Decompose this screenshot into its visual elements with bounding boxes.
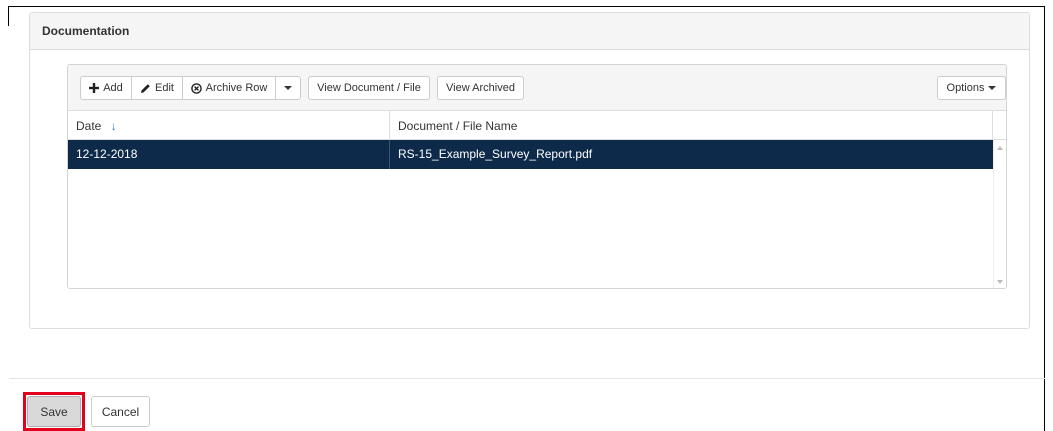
column-header-document-label: Document / File Name — [398, 119, 518, 133]
view-archived-button[interactable]: View Archived — [437, 76, 524, 100]
documents-grid: Add Edit Archive Row View Document / Fil… — [67, 64, 1007, 289]
cell-date: 12-12-2018 — [68, 140, 390, 169]
table-row[interactable]: 12-12-2018 RS-15_Example_Survey_Report.p… — [68, 140, 993, 169]
archive-dropdown-toggle[interactable] — [275, 76, 301, 100]
save-button[interactable]: Save — [27, 396, 81, 427]
options-button-label: Options — [946, 82, 985, 94]
plus-icon — [89, 83, 100, 93]
edit-button[interactable]: Edit — [131, 76, 183, 100]
options-dropdown-button[interactable]: Options — [937, 76, 1006, 100]
archive-row-button[interactable]: Archive Row — [182, 76, 276, 100]
archive-row-button-label: Archive Row — [205, 82, 268, 94]
grid-toolbar: Add Edit Archive Row View Document / Fil… — [68, 65, 1006, 111]
column-header-document[interactable]: Document / File Name — [390, 111, 993, 139]
view-document-button[interactable]: View Document / File — [308, 76, 430, 100]
scroll-up-arrow-icon[interactable] — [997, 146, 1003, 150]
scroll-down-arrow-icon[interactable] — [997, 280, 1003, 284]
edit-button-label: Edit — [155, 82, 174, 94]
window-frame-top — [8, 6, 1045, 7]
table-body: 12-12-2018 RS-15_Example_Survey_Report.p… — [68, 140, 993, 288]
window-frame-right — [1044, 6, 1045, 431]
vertical-scrollbar[interactable] — [993, 140, 1006, 288]
header-scroll-corner — [993, 111, 1006, 139]
column-header-date-label: Date — [76, 119, 102, 133]
pencil-icon — [140, 83, 151, 94]
circle-x-icon — [190, 82, 202, 94]
footer-divider — [9, 378, 1045, 379]
window-frame-left — [8, 6, 9, 26]
caret-down-icon — [284, 86, 292, 90]
cell-document-name: RS-15_Example_Survey_Report.pdf — [398, 147, 593, 161]
caret-down-icon — [988, 86, 997, 90]
add-button[interactable]: Add — [80, 76, 132, 100]
arrow-down-icon: ↓ — [110, 119, 117, 133]
table-header: Date ↓ Document / File Name — [68, 111, 1006, 140]
column-header-date[interactable]: Date ↓ — [68, 111, 390, 139]
panel-title: Documentation — [30, 13, 1029, 50]
documentation-panel: Documentation Add Edit Archive Row View … — [29, 12, 1030, 329]
cancel-button[interactable]: Cancel — [91, 396, 150, 427]
add-button-label: Add — [103, 82, 123, 94]
